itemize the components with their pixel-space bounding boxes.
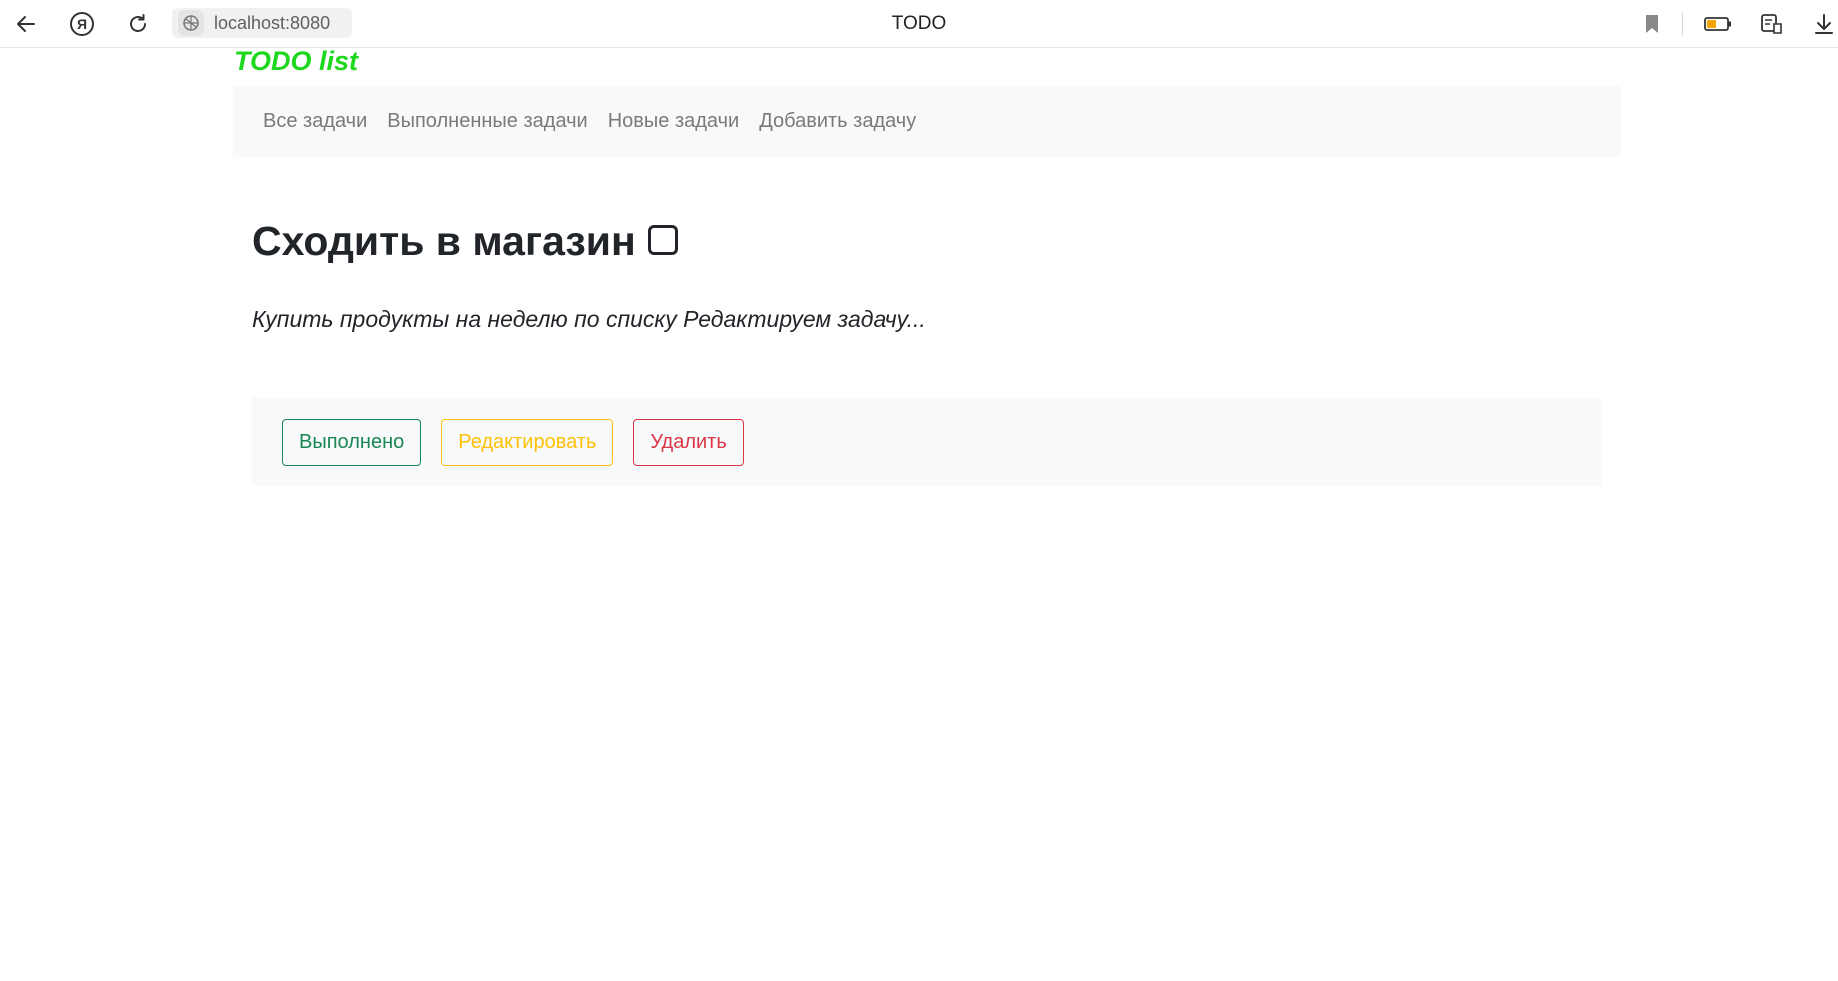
reader-mode-icon[interactable]: [1756, 8, 1788, 40]
svg-text:Я: Я: [77, 16, 87, 32]
reload-icon[interactable]: [122, 8, 154, 40]
brand-title[interactable]: TODO list: [234, 46, 358, 77]
toolbar-divider: [1682, 12, 1683, 36]
nav-link-completed-tasks[interactable]: Выполненные задачи: [387, 110, 587, 133]
task-done-checkbox[interactable]: [647, 224, 678, 255]
task-title: Сходить в магазин: [252, 218, 636, 264]
battery-icon[interactable]: [1702, 8, 1734, 40]
address-bar[interactable]: localhost:8080: [172, 8, 352, 38]
nav-link-all-tasks[interactable]: Все задачи: [263, 110, 367, 133]
task-title-row: Сходить в магазин: [252, 218, 678, 265]
bookmark-icon[interactable]: [1636, 8, 1668, 40]
edit-task-button[interactable]: Редактировать: [441, 418, 614, 466]
nav-link-new-tasks[interactable]: Новые задачи: [608, 110, 739, 133]
mark-done-button[interactable]: Выполнено: [282, 418, 422, 466]
back-arrow-icon[interactable]: [10, 8, 42, 40]
nav-link-add-task[interactable]: Добавить задачу: [759, 110, 916, 133]
yandex-icon[interactable]: Я: [66, 8, 98, 40]
task-actions-panel: Выполнено Редактировать Удалить: [252, 398, 1602, 486]
main-navbar: Все задачи Выполненные задачи Новые зада…: [233, 86, 1621, 157]
download-icon[interactable]: [1808, 8, 1838, 40]
browser-toolbar: Я localhost:8080 TODO: [0, 0, 1838, 48]
site-info-icon[interactable]: [178, 10, 204, 36]
url-text[interactable]: localhost:8080: [214, 13, 330, 34]
delete-task-button[interactable]: Удалить: [633, 418, 744, 466]
task-description: Купить продукты на неделю по списку Реда…: [252, 306, 926, 332]
